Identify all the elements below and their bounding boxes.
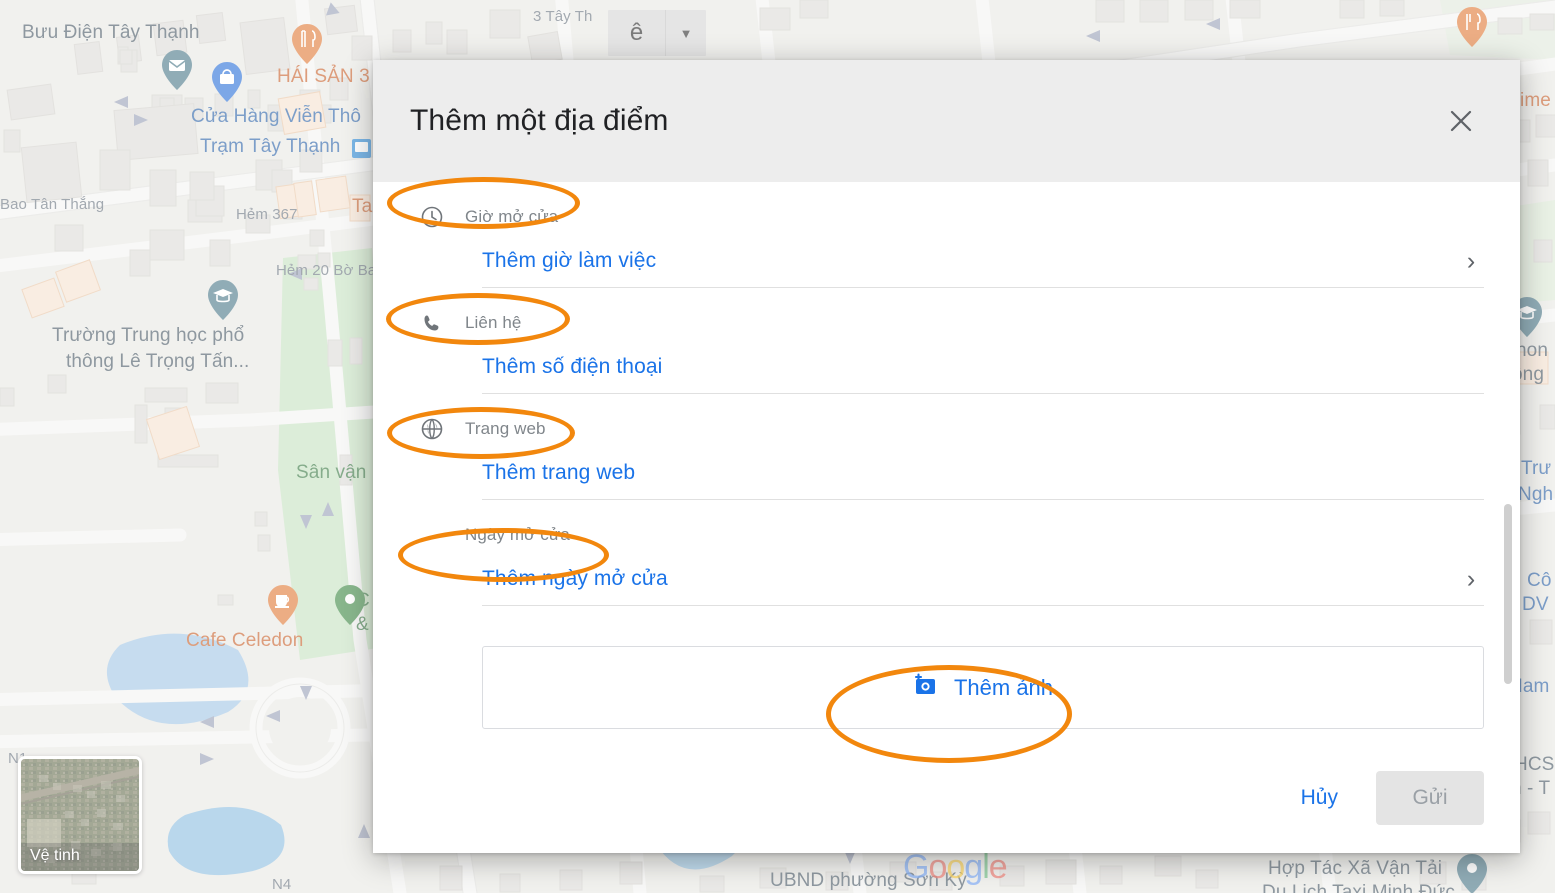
field-website: Trang web Thêm trang web [410, 394, 1484, 500]
screen: Bưu Điện Tây ThạnhHÁI SẢN 3Cửa Hàng Viễn… [0, 0, 1555, 893]
field-label: Ngày mở cửa [465, 525, 570, 545]
add-opening-date-row[interactable]: Thêm ngày mở cửa › [410, 553, 1484, 605]
divider [482, 605, 1484, 606]
chevron-right-icon[interactable]: › [1458, 249, 1484, 274]
add-photo-label: Thêm ảnh [954, 675, 1053, 701]
field-label: Trang web [465, 419, 546, 439]
add-website-link[interactable]: Thêm trang web [482, 461, 1484, 485]
dialog-scroll-area[interactable]: Giờ mở cửa Thêm giờ làm việc › Liên hệ [373, 182, 1520, 757]
satellite-toggle[interactable]: Vệ tinh [18, 756, 142, 874]
clock-icon [419, 204, 445, 230]
field-header: Trang web [410, 411, 1484, 447]
dialog-header: Thêm một địa điểm [373, 60, 1520, 182]
field-header: Ngày mở cửa [410, 517, 1484, 553]
chevron-right-icon[interactable]: › [1458, 567, 1484, 592]
close-icon[interactable] [1438, 98, 1484, 144]
dialog-scrollbar[interactable] [1502, 182, 1514, 757]
field-header: Giờ mở cửa [410, 199, 1484, 235]
dialog-footer: Hủy Gửi [373, 757, 1520, 853]
add-photo-dropzone[interactable]: Thêm ảnh [482, 646, 1484, 729]
add-phone-row[interactable]: Thêm số điện thoại [410, 341, 1484, 393]
add-phone-link[interactable]: Thêm số điện thoại [482, 355, 1484, 379]
cancel-button[interactable]: Hủy [1279, 774, 1360, 822]
add-photo-button[interactable]: Thêm ảnh [913, 672, 1053, 703]
field-opening-date: Ngày mở cửa Thêm ngày mở cửa › [410, 500, 1484, 606]
field-opening-hours: Giờ mở cửa Thêm giờ làm việc › [410, 182, 1484, 288]
satellite-toggle-label: Vệ tinh [30, 847, 80, 865]
ime-widget[interactable]: ê ▼ [608, 10, 706, 56]
scrollbar-thumb[interactable] [1504, 504, 1512, 684]
add-place-dialog: Thêm một địa điểm Giờ mở cửa Thêm giờ là… [373, 60, 1520, 853]
field-contact: Liên hệ Thêm số điện thoại [410, 288, 1484, 394]
field-header: Liên hệ [410, 305, 1484, 341]
phone-icon [419, 310, 445, 336]
submit-button[interactable]: Gửi [1376, 771, 1484, 825]
globe-icon [419, 416, 445, 442]
add-opening-date-link[interactable]: Thêm ngày mở cửa [482, 567, 1458, 591]
add-opening-hours-link[interactable]: Thêm giờ làm việc [482, 249, 1458, 273]
field-label: Liên hệ [465, 313, 521, 333]
dialog-body: Giờ mở cửa Thêm giờ làm việc › Liên hệ [373, 182, 1520, 757]
add-photo-icon [913, 672, 939, 703]
ime-character: ê [608, 19, 665, 47]
add-website-row[interactable]: Thêm trang web [410, 447, 1484, 499]
field-label: Giờ mở cửa [465, 207, 558, 227]
bus-stop-icon [352, 139, 371, 158]
chevron-down-icon[interactable]: ▼ [666, 26, 706, 41]
dialog-title: Thêm một địa điểm [410, 103, 1438, 139]
add-opening-hours-row[interactable]: Thêm giờ làm việc › [410, 235, 1484, 287]
